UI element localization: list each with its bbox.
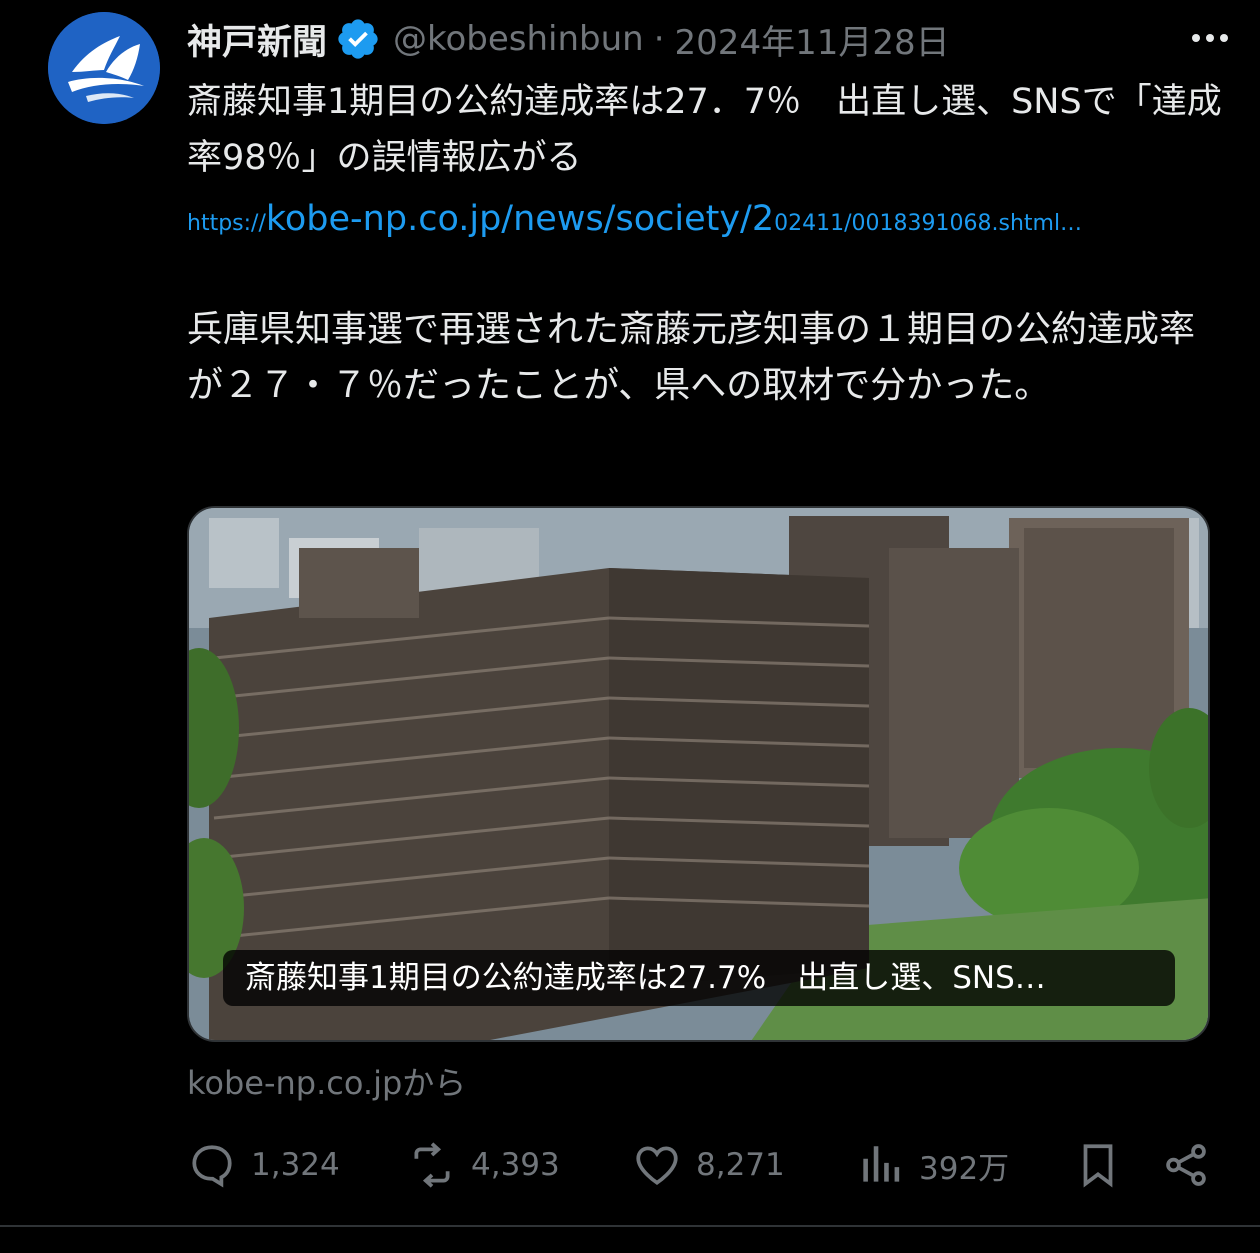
reply-icon [192,1145,232,1188]
heart-icon [636,1146,678,1185]
like-button[interactable]: 8,271 [632,1135,785,1195]
link-suffix: 02411/0018391068.shtml… [774,211,1083,236]
card-source[interactable]: kobe-np.co.jpから [187,1058,466,1104]
account-avatar[interactable] [48,12,160,124]
views-chart-icon [863,1146,900,1182]
card-caption: 斎藤知事1期目の公約達成率は27.7% 出直し選、SNS… [223,950,1175,1006]
views-button[interactable]: 392万 [855,1135,1009,1195]
share-icon[interactable] [1161,1140,1211,1190]
account-handle[interactable]: @kobeshinbun [393,19,644,59]
link-preview-card[interactable]: 斎藤知事1期目の公約達成率は27.7% 出直し選、SNS… [187,506,1210,1042]
kobe-shinbun-logo-icon [48,12,160,124]
views-count: 392万 [919,1150,1010,1187]
verified-badge-icon [338,19,378,59]
reply-count: 1,324 [251,1147,340,1183]
more-options-icon[interactable] [1188,22,1232,54]
tweet-actions: 1,324 4,393 8,271 392万 [187,1135,1217,1195]
reply-button[interactable]: 1,324 [187,1135,340,1195]
bookmark-icon[interactable] [1073,1140,1123,1190]
repost-button[interactable]: 4,393 [407,1135,560,1195]
divider [0,1225,1260,1227]
tweet-header: 神戸新聞 @kobeshinbun · 2024年11月28日 [187,14,1240,64]
header-separator: · [653,19,665,59]
tweet-headline: 斎藤知事1期目の公約達成率は27．7％ 出直し選、SNSで「達成率98％」の誤情… [187,82,1222,178]
repost-count: 4,393 [471,1147,560,1183]
link-prefix: https:// [187,211,266,236]
tweet-body: 兵庫県知事選で再選された斎藤元彦知事の１期目の公約達成率が２７・７％だったことが… [187,309,1196,406]
link-main: kobe-np.co.jp/news/society/2 [265,199,775,239]
account-name[interactable]: 神戸新聞 [187,14,327,65]
tweet-date[interactable]: 2024年11月28日 [675,15,950,64]
article-link[interactable]: https://kobe-np.co.jp/news/society/20241… [187,196,1082,248]
like-count: 8,271 [696,1147,785,1183]
repost-icon [414,1142,450,1188]
